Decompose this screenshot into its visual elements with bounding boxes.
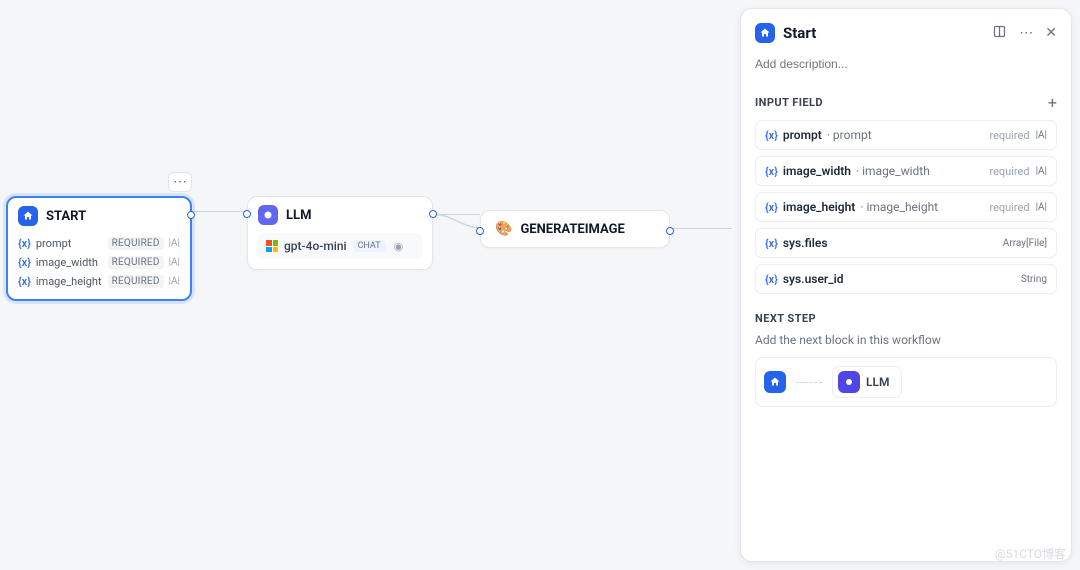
node-start-more-button[interactable]: ⋯: [168, 172, 192, 192]
edge-generate-to-next: [670, 228, 732, 230]
chat-badge: CHAT: [353, 240, 386, 252]
add-input-field-button[interactable]: +: [1048, 93, 1057, 112]
next-step-row[interactable]: LLM: [755, 357, 1057, 407]
more-icon[interactable]: ⋯: [1019, 25, 1033, 41]
llm-model-name: gpt-4o-mini: [284, 239, 347, 253]
variable-icon: {x}: [765, 165, 778, 178]
node-llm-output-port[interactable]: [429, 210, 437, 218]
section-next-step-title: NEXT STEP: [755, 312, 816, 325]
watermark: @51CTO博客: [995, 545, 1066, 562]
edge-llm-to-generate-curve: [432, 211, 482, 231]
node-start-output-port[interactable]: [187, 211, 195, 219]
node-generateimage[interactable]: 🎨 GENERATEIMAGE: [480, 210, 670, 248]
variable-icon: {x}: [765, 129, 778, 142]
start-field-image-width[interactable]: {x}image_width REQUIRED|A|: [8, 253, 190, 272]
panel-title: Start: [783, 24, 816, 42]
panel-header: Start ⋯ ✕: [755, 23, 1057, 43]
llm-icon: [838, 371, 860, 393]
input-field-sys-user-id[interactable]: {x}sys.user_id String: [755, 264, 1057, 294]
inspector-panel: Start ⋯ ✕ INPUT FIELD + {x}prompt· promp…: [740, 8, 1072, 562]
llm-icon: [258, 205, 278, 225]
book-icon[interactable]: [992, 24, 1007, 43]
palette-icon: 🎨: [495, 221, 512, 237]
node-generateimage-input-port[interactable]: [476, 227, 484, 235]
variable-icon: {x}: [765, 201, 778, 214]
edge-start-to-llm: [192, 211, 247, 213]
next-step-hint: Add the next block in this workflow: [755, 333, 1057, 347]
start-field-image-height[interactable]: {x}image_height REQUIRED|A|: [8, 272, 190, 291]
node-llm-title: LLM: [286, 208, 311, 223]
mini-connector: [796, 382, 822, 383]
node-generateimage-output-port[interactable]: [666, 227, 674, 235]
node-start-title: START: [46, 209, 86, 224]
variable-icon: {x}: [765, 273, 778, 286]
variable-icon: {x}: [18, 275, 31, 288]
description-input[interactable]: [755, 54, 1057, 83]
variable-icon: {x}: [18, 237, 31, 250]
input-field-image-width[interactable]: {x}image_width· image_width required|A|: [755, 156, 1057, 186]
variable-icon: {x}: [18, 256, 31, 269]
home-icon: [764, 371, 786, 393]
input-field-image-height[interactable]: {x}image_height· image_height required|A…: [755, 192, 1057, 222]
llm-model-row[interactable]: gpt-4o-mini CHAT ◉: [258, 233, 422, 259]
node-llm[interactable]: LLM gpt-4o-mini CHAT ◉: [247, 196, 433, 270]
node-llm-input-port[interactable]: [243, 210, 251, 218]
section-input-field-title: INPUT FIELD: [755, 96, 823, 109]
node-start[interactable]: ⋯ START {x}prompt REQUIRED|A| {x}image_w…: [6, 196, 192, 301]
eye-icon: ◉: [394, 240, 404, 253]
home-icon: [755, 23, 775, 43]
node-generateimage-title: GENERATEIMAGE: [520, 222, 624, 237]
microsoft-icon: [266, 240, 278, 252]
input-field-prompt[interactable]: {x}prompt· prompt required|A|: [755, 120, 1057, 150]
next-step-target[interactable]: LLM: [832, 366, 902, 398]
start-field-prompt[interactable]: {x}prompt REQUIRED|A|: [8, 234, 190, 253]
variable-icon: {x}: [765, 237, 778, 250]
home-icon: [18, 206, 38, 226]
close-icon[interactable]: ✕: [1045, 25, 1057, 41]
input-field-sys-files[interactable]: {x}sys.files Array[File]: [755, 228, 1057, 258]
